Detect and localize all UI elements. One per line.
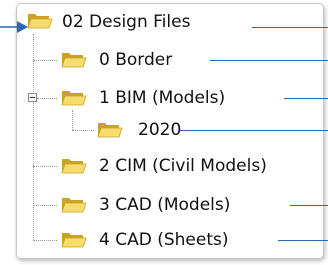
tree-connector <box>33 60 57 61</box>
callout-line <box>252 27 328 28</box>
callout-line <box>210 60 328 61</box>
callout-line <box>278 240 328 241</box>
tree-connector <box>33 205 57 206</box>
tree-connector <box>33 240 57 241</box>
tree-item-label: 0 Border <box>99 50 173 70</box>
tree-item-label: 1 BIM (Models) <box>99 88 226 108</box>
folder-open-icon <box>97 120 123 140</box>
folder-open-icon <box>61 50 87 70</box>
folder-open-icon <box>27 11 53 31</box>
folder-open-icon <box>61 156 87 176</box>
tree-item-label: 02 Design Files <box>62 12 191 32</box>
callout-line <box>180 130 328 131</box>
folder-open-icon <box>61 88 87 108</box>
tree-connector <box>33 34 34 240</box>
callout-arrow-icon <box>0 18 28 33</box>
tree-connector <box>37 98 57 99</box>
collapse-toggle-icon[interactable] <box>28 93 37 102</box>
tree-connector <box>72 110 73 130</box>
folder-open-icon <box>61 195 87 215</box>
tree-connector <box>33 166 57 167</box>
tree-item-label: 2 CIM (Civil Models) <box>99 156 267 176</box>
callout-line <box>290 205 328 206</box>
folder-open-icon <box>61 230 87 250</box>
tree-item-label: 3 CAD (Models) <box>99 195 231 215</box>
callout-line <box>284 98 328 99</box>
tree-item-label: 4 CAD (Sheets) <box>99 230 229 250</box>
tree-connector <box>72 130 94 131</box>
folder-tree: 02 Design Files 0 Border 1 BIM (Models) … <box>0 0 328 265</box>
tree-item-label: 2020 <box>138 120 182 140</box>
